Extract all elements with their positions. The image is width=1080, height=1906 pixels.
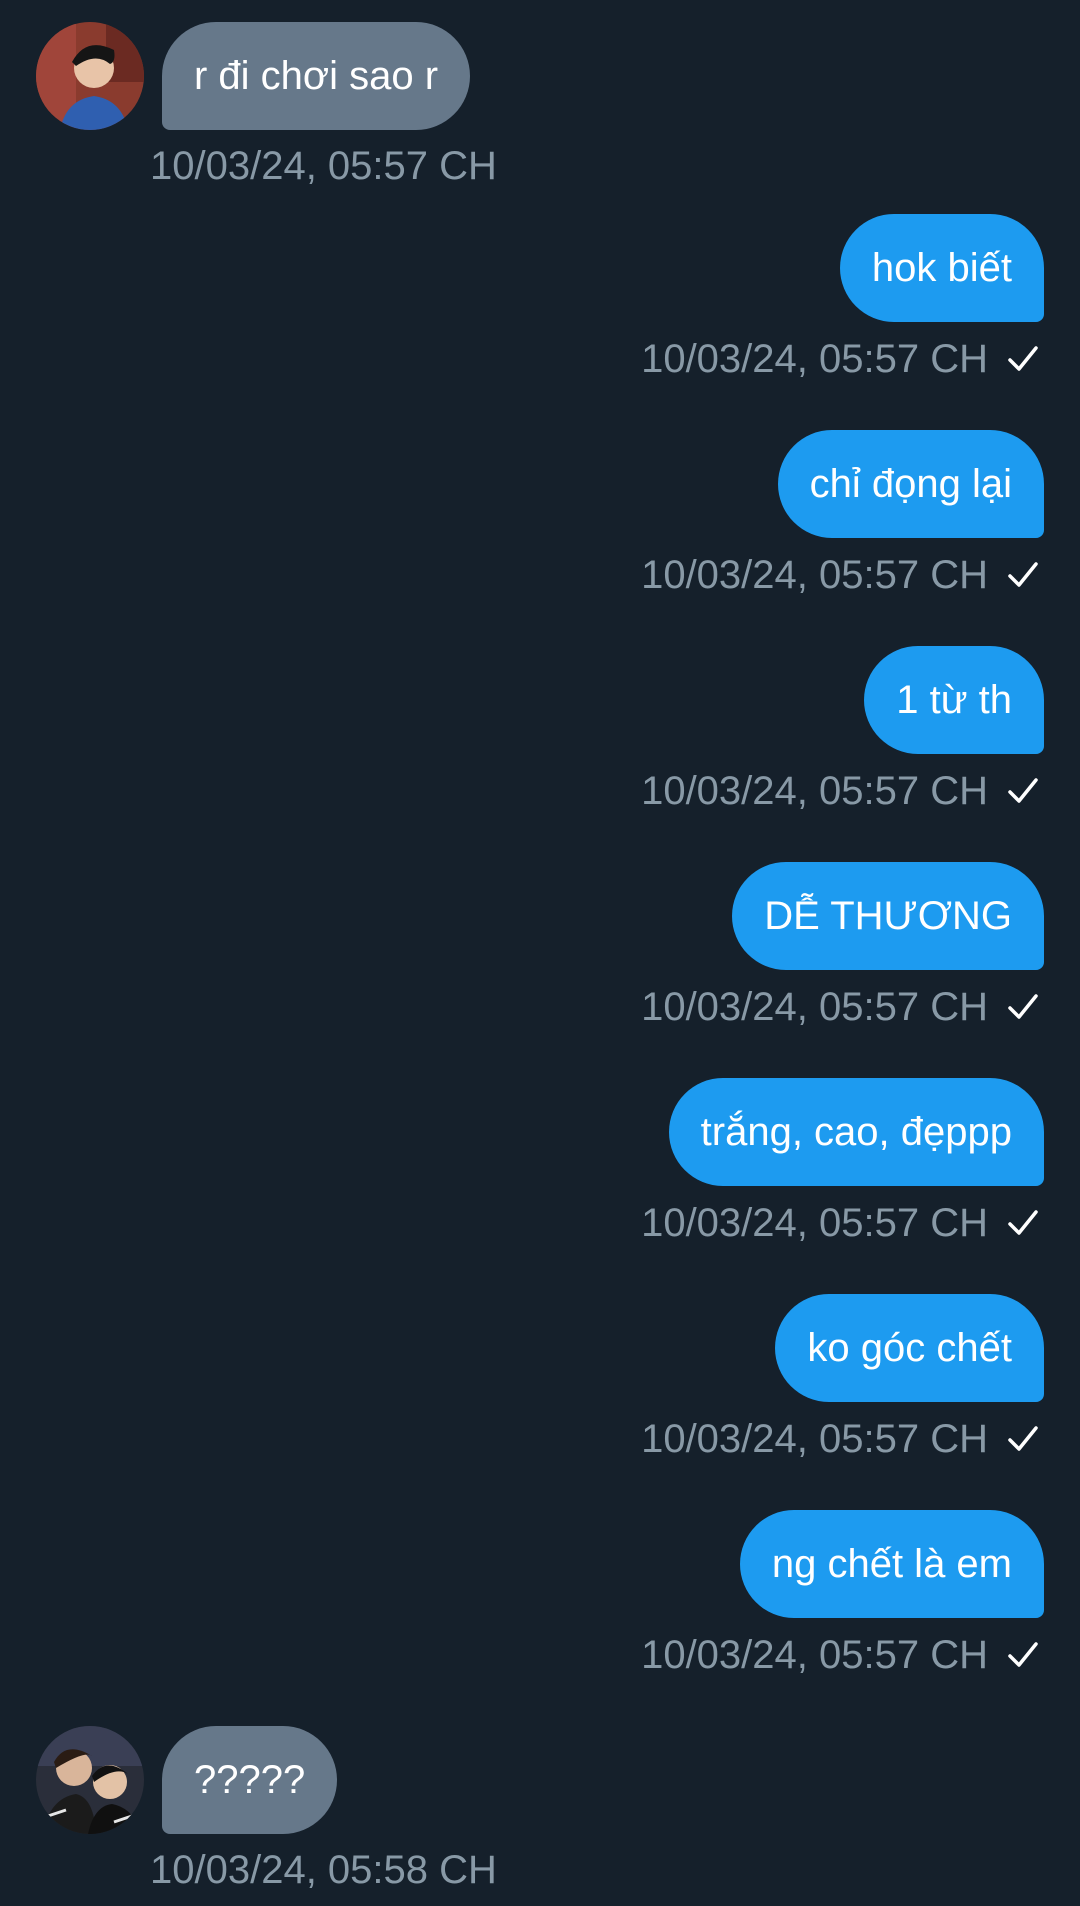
outgoing-message-bubble[interactable]: trắng, cao, đẹppp bbox=[668, 1078, 1044, 1186]
incoming-message-bubble[interactable]: r đi chơi sao r bbox=[162, 22, 471, 130]
check-icon bbox=[1008, 1426, 1038, 1451]
message-text: 1 từ th bbox=[896, 678, 1012, 722]
message-meta: 10/03/24, 05:57 CH bbox=[641, 1414, 1040, 1464]
message-text: hok biết bbox=[871, 246, 1012, 290]
message-meta: 10/03/24, 05:57 CH bbox=[641, 982, 1040, 1032]
sender-avatar[interactable] bbox=[36, 1726, 144, 1834]
message-timestamp: 10/03/24, 05:57 CH bbox=[641, 769, 988, 813]
outgoing-message-bubble[interactable]: 1 từ th bbox=[864, 646, 1044, 754]
message-meta: 10/03/24, 05:57 CH bbox=[641, 550, 1040, 600]
message-timestamp: 10/03/24, 05:58 CH bbox=[150, 1848, 497, 1892]
outgoing-message-bubble[interactable]: ko góc chết bbox=[775, 1294, 1044, 1402]
message-meta: 10/03/24, 05:57 CH bbox=[641, 766, 1040, 816]
message-meta: 10/03/24, 05:57 CH bbox=[641, 1630, 1040, 1680]
message-thread: r đi chơi sao r 10/03/24, 05:57 CH hok b… bbox=[0, 0, 1080, 1906]
avatar-photo-1-icon bbox=[36, 22, 144, 130]
avatar-photo-2-icon bbox=[36, 1726, 144, 1834]
message-text: ????? bbox=[194, 1758, 306, 1802]
check-icon bbox=[1008, 994, 1038, 1019]
outgoing-message-bubble[interactable]: DỄ THƯƠNG bbox=[732, 862, 1044, 970]
message-timestamp: 10/03/24, 05:57 CH bbox=[150, 144, 497, 188]
message-timestamp: 10/03/24, 05:57 CH bbox=[641, 1417, 988, 1461]
check-icon bbox=[1008, 1642, 1038, 1667]
message-timestamp: 10/03/24, 05:57 CH bbox=[641, 1201, 988, 1245]
check-icon bbox=[1008, 346, 1038, 371]
message-timestamp: 10/03/24, 05:57 CH bbox=[641, 337, 988, 381]
sender-avatar[interactable] bbox=[36, 22, 144, 130]
check-icon bbox=[1008, 1210, 1038, 1235]
message-text: ko góc chết bbox=[807, 1326, 1012, 1370]
message-timestamp: 10/03/24, 05:57 CH bbox=[641, 1633, 988, 1677]
message-text: trắng, cao, đẹppp bbox=[700, 1110, 1012, 1154]
check-icon bbox=[1008, 562, 1038, 587]
outgoing-message-bubble[interactable]: ng chết là em bbox=[739, 1510, 1044, 1618]
message-text: DỄ THƯƠNG bbox=[764, 894, 1012, 938]
message-meta: 10/03/24, 05:57 CH bbox=[641, 1198, 1040, 1248]
outgoing-message-bubble[interactable]: hok biết bbox=[839, 214, 1044, 322]
message-meta: 10/03/24, 05:57 CH bbox=[641, 334, 1040, 384]
incoming-message-bubble[interactable]: ????? bbox=[162, 1726, 338, 1834]
message-timestamp: 10/03/24, 05:57 CH bbox=[641, 985, 988, 1029]
message-timestamp: 10/03/24, 05:57 CH bbox=[641, 553, 988, 597]
message-text: chỉ đọng lại bbox=[809, 462, 1012, 506]
message-text: ng chết là em bbox=[771, 1542, 1012, 1586]
outgoing-message-bubble[interactable]: chỉ đọng lại bbox=[777, 430, 1044, 538]
message-text: r đi chơi sao r bbox=[194, 54, 439, 98]
check-icon bbox=[1008, 778, 1038, 803]
